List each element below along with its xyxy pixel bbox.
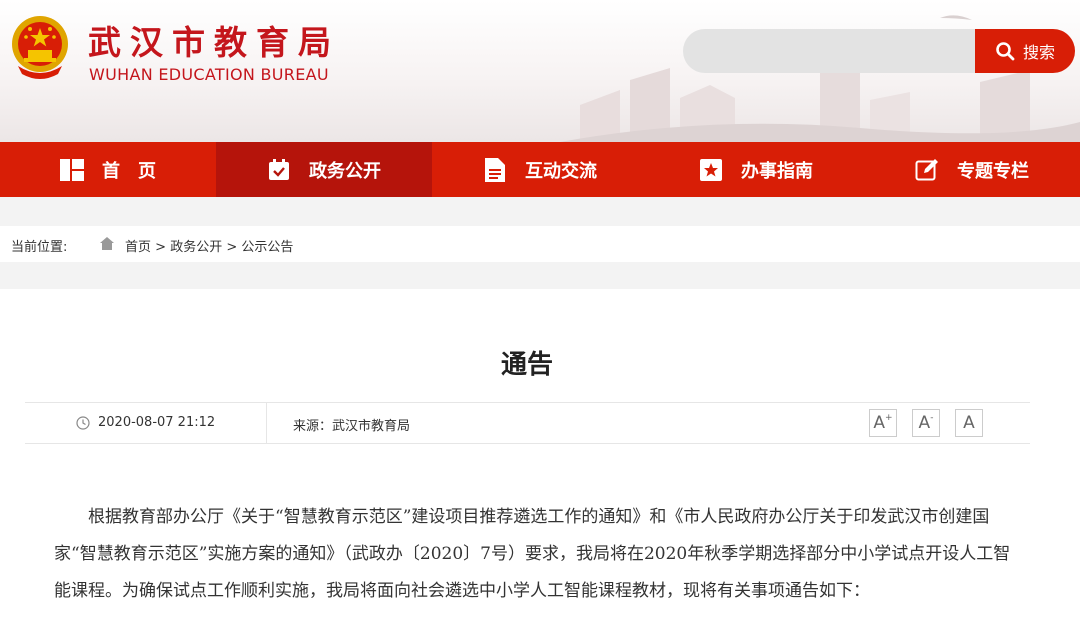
article-content: 通告 2020-08-07 21:12 来源：武汉市教育局 A + A- A 根据… [0, 289, 1080, 642]
main-nav: 首 页 政务公开 互动交流 办事指南 专题专栏 [0, 142, 1080, 197]
article-source: 来源：武汉市教育局 [293, 419, 411, 434]
document-icon [483, 157, 507, 182]
calendar-check-icon [267, 158, 291, 182]
font-size-increase-button[interactable]: A + [869, 409, 897, 437]
article-date-text: 2020-08-07 21:12 [98, 415, 216, 430]
nav-item-home[interactable]: 首 页 [0, 142, 216, 197]
nav-item-service-guide[interactable]: 办事指南 [648, 142, 864, 197]
search-input[interactable] [683, 29, 983, 73]
nav-item-label: 互动交流 [525, 160, 597, 182]
search-button-label: 搜索 [1022, 43, 1055, 62]
breadcrumb-path: 首页 > 政务公开 > 公示公告 [125, 236, 293, 255]
search-icon [996, 42, 1015, 61]
breadcrumb-separator: > [226, 240, 238, 255]
article-title: 通告 [500, 350, 553, 380]
nav-item-special-topics[interactable]: 专题专栏 [864, 142, 1080, 197]
breadcrumb-label: 当前位置: [11, 240, 68, 255]
site-title-english: WUHAN EDUCATION BUREAU [89, 65, 329, 84]
nav-item-label: 办事指南 [741, 160, 813, 182]
breadcrumb-link-announcements[interactable]: 公示公告 [241, 240, 293, 255]
nav-item-government-affairs[interactable]: 政务公开 [216, 142, 432, 197]
font-size-reset-button[interactable]: A [955, 409, 983, 437]
home-grid-icon [60, 158, 84, 182]
star-tag-icon [699, 158, 723, 182]
edit-icon [915, 158, 939, 182]
search-button[interactable]: 搜索 [975, 29, 1075, 73]
article-meta: 2020-08-07 21:12 来源：武汉市教育局 A + A- A [25, 402, 1030, 444]
breadcrumb-separator: > [155, 240, 167, 255]
font-size-decrease-button[interactable]: A- [912, 409, 940, 437]
nav-item-label: 首 页 [102, 160, 156, 182]
meta-divider [266, 403, 267, 443]
breadcrumb-link-home[interactable]: 首页 [125, 240, 151, 255]
national-emblem-icon [12, 16, 68, 79]
clock-icon [76, 415, 90, 430]
article-date: 2020-08-07 21:12 [76, 415, 215, 430]
home-icon [100, 237, 114, 250]
breadcrumb-link-government-affairs[interactable]: 政务公开 [170, 240, 222, 255]
site-header: 武汉市教育局 WUHAN EDUCATION BUREAU 搜索 [0, 0, 1080, 142]
nav-item-label: 专题专栏 [957, 160, 1029, 182]
nav-item-interaction[interactable]: 互动交流 [432, 142, 648, 197]
article-body: 根据教育部办公厅《关于“智慧教育示范区”建设项目推荐遴选工作的通知》和《市人民政… [54, 507, 1011, 601]
breadcrumb: 当前位置: 首页 > 政务公开 > 公示公告 [0, 226, 1080, 262]
site-title-chinese: 武汉市教育局 [88, 23, 340, 62]
nav-item-label: 政务公开 [309, 160, 381, 182]
